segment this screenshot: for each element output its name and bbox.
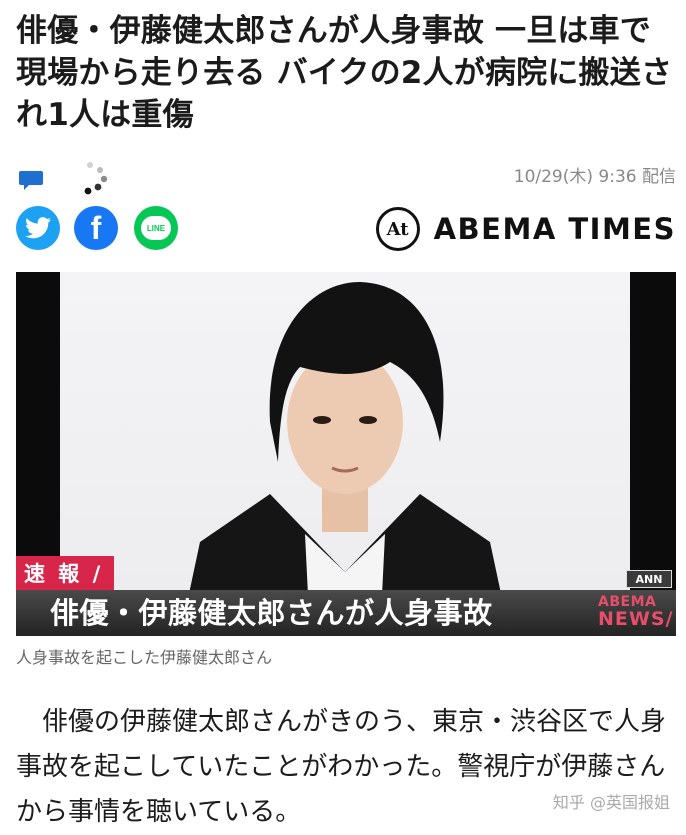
breaking-news-tag: 速 報 /: [16, 556, 114, 590]
abema-news-badge-line2: NEWS/: [598, 608, 674, 630]
person-portrait-illustration: [180, 282, 510, 636]
abema-news-badge: ABEMA NEWS/: [598, 594, 674, 632]
zhihu-watermark: 知乎 @英国报姐: [552, 793, 670, 812]
article-body: 俳優の伊藤健太郎さんがきのう、東京・渋谷区で人身事故を起こしていたことがわかった…: [16, 707, 667, 827]
share-row: f LINE At ABEMA TIMES: [16, 206, 676, 252]
twitter-share-button[interactable]: [16, 206, 60, 250]
abema-times-logo: At: [375, 207, 420, 251]
image-caption: 人身事故を起こした伊藤健太郎さん: [16, 648, 273, 667]
ann-badge: ANN: [626, 570, 672, 588]
hero-caption-bar: 俳優・伊藤健太郎さんが人身事故 ABEMA NEWS/: [16, 590, 676, 636]
line-share-button[interactable]: LINE: [134, 206, 178, 250]
abema-times-brand[interactable]: At ABEMA TIMES: [375, 206, 676, 252]
loading-spinner-icon: [84, 162, 108, 195]
article-headline: 俳優・伊藤健太郎さんが人身事故 一旦は車で現場から走り去る バイクの2人が病院に…: [16, 13, 673, 133]
article-meta-row: 10/29(木) 9:36 配信: [16, 158, 676, 198]
facebook-share-button[interactable]: f: [74, 206, 118, 250]
hero-photo: [60, 272, 630, 636]
line-icon-label: LINE: [146, 223, 166, 233]
hero-caption-text: 俳優・伊藤健太郎さんが人身事故: [50, 596, 493, 630]
comment-icon[interactable]: [18, 170, 44, 190]
twitter-icon: [25, 217, 51, 239]
article-hero-image[interactable]: 速 報 / ANN 俳優・伊藤健太郎さんが人身事故 ABEMA NEWS/: [16, 272, 676, 636]
facebook-icon: f: [90, 210, 102, 246]
publish-timestamp: 10/29(木) 9:36 配信: [513, 167, 676, 187]
brand-name: ABEMA TIMES: [433, 212, 676, 246]
line-icon: LINE: [141, 216, 171, 240]
